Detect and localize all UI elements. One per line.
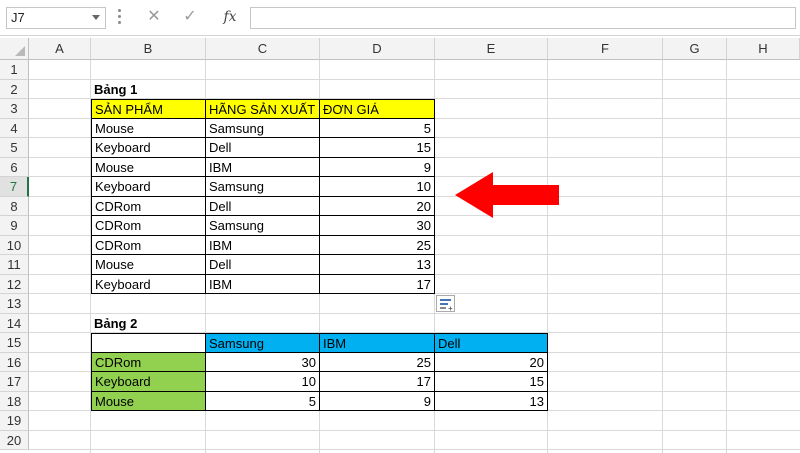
row-header-3[interactable]: 3 bbox=[0, 99, 29, 119]
row-header-20[interactable]: 20 bbox=[0, 430, 29, 450]
column-header-d[interactable]: D bbox=[320, 38, 435, 60]
row-header-5[interactable]: 5 bbox=[0, 138, 29, 158]
column-header-f[interactable]: F bbox=[548, 38, 663, 60]
table2-header-cell[interactable]: Samsung bbox=[206, 333, 320, 353]
left-arrow-icon bbox=[455, 172, 559, 218]
paste-options-icon[interactable]: + bbox=[436, 295, 455, 313]
table2-header-cell[interactable]: IBM bbox=[320, 333, 435, 353]
table1-cell[interactable]: Keyboard bbox=[91, 138, 206, 158]
table1-cell[interactable]: 25 bbox=[320, 235, 435, 255]
cancel-icon[interactable]: ✕ bbox=[142, 6, 166, 28]
table1-cell[interactable]: CDRom bbox=[91, 196, 206, 216]
column-header-a[interactable]: A bbox=[29, 38, 91, 60]
table1-cell[interactable]: IBM bbox=[206, 274, 320, 294]
table1-cell[interactable]: CDRom bbox=[91, 216, 206, 236]
table1-title[interactable]: Bảng 1 bbox=[91, 80, 206, 100]
formula-bar: J7 ✕ ✓ fx bbox=[0, 0, 800, 36]
table2-cell[interactable]: 15 bbox=[435, 372, 548, 392]
column-header-e[interactable]: E bbox=[435, 38, 548, 60]
row-header-18[interactable]: 18 bbox=[0, 391, 29, 411]
drag-handle-icon[interactable] bbox=[118, 8, 122, 26]
table2-row-label[interactable]: Mouse bbox=[91, 391, 206, 411]
row-header-1[interactable]: 1 bbox=[0, 60, 29, 80]
row-header-9[interactable]: 9 bbox=[0, 216, 29, 236]
formula-input[interactable] bbox=[250, 7, 796, 29]
table1-cell[interactable]: 9 bbox=[320, 157, 435, 177]
table2-corner-cell[interactable] bbox=[91, 333, 206, 353]
enter-icon[interactable]: ✓ bbox=[178, 6, 202, 28]
table1-cell[interactable]: 15 bbox=[320, 138, 435, 158]
row-header-19[interactable]: 19 bbox=[0, 411, 29, 431]
table2-header-cell[interactable]: Dell bbox=[435, 333, 548, 353]
table1-cell[interactable]: Keyboard bbox=[91, 274, 206, 294]
gridline bbox=[29, 429, 800, 431]
table1-cell[interactable]: 5 bbox=[320, 118, 435, 138]
gridline bbox=[726, 60, 727, 453]
name-box-value: J7 bbox=[11, 10, 25, 25]
table1-header-cell[interactable]: ĐƠN GIÁ bbox=[320, 99, 435, 119]
row-header-12[interactable]: 12 bbox=[0, 274, 29, 294]
table1-cell[interactable]: Keyboard bbox=[91, 177, 206, 197]
table2-row-label[interactable]: Keyboard bbox=[91, 372, 206, 392]
name-box[interactable]: J7 bbox=[6, 7, 106, 29]
row-header-11[interactable]: 11 bbox=[0, 255, 29, 275]
table1-cell[interactable]: CDRom bbox=[91, 235, 206, 255]
column-header-g[interactable]: G bbox=[663, 38, 727, 60]
row-header-16[interactable]: 16 bbox=[0, 352, 29, 372]
table2-cell[interactable]: 9 bbox=[320, 391, 435, 411]
row-header-17[interactable]: 17 bbox=[0, 372, 29, 392]
table1-cell[interactable]: 10 bbox=[320, 177, 435, 197]
table1-cell[interactable]: Samsung bbox=[206, 216, 320, 236]
insert-function-icon[interactable]: fx bbox=[220, 6, 240, 28]
row-header-2[interactable]: 2 bbox=[0, 79, 29, 99]
table1-cell[interactable]: 30 bbox=[320, 216, 435, 236]
column-header-b[interactable]: B bbox=[91, 38, 206, 60]
row-header-10[interactable]: 10 bbox=[0, 235, 29, 255]
row-header-13[interactable]: 13 bbox=[0, 294, 29, 314]
table2-cell[interactable]: 30 bbox=[206, 352, 320, 372]
table1-cell[interactable]: IBM bbox=[206, 157, 320, 177]
chevron-down-icon[interactable] bbox=[92, 15, 100, 20]
column-header-h[interactable]: H bbox=[727, 38, 800, 60]
table1-cell[interactable]: Samsung bbox=[206, 177, 320, 197]
table1-cell[interactable]: Dell bbox=[206, 196, 320, 216]
row-header-4[interactable]: 4 bbox=[0, 118, 29, 138]
row-header-7[interactable]: 7 bbox=[0, 177, 29, 197]
table2-cell[interactable]: 13 bbox=[435, 391, 548, 411]
table1-cell[interactable]: IBM bbox=[206, 235, 320, 255]
table2-cell[interactable]: 5 bbox=[206, 391, 320, 411]
select-all-button[interactable] bbox=[0, 38, 29, 60]
table1-header-cell[interactable]: SẢN PHẨM bbox=[91, 99, 206, 119]
column-header-c[interactable]: C bbox=[206, 38, 320, 60]
table1-cell[interactable]: Mouse bbox=[91, 255, 206, 275]
table2-cell[interactable]: 10 bbox=[206, 372, 320, 392]
table2-row-label[interactable]: CDRom bbox=[91, 352, 206, 372]
row-header-14[interactable]: 14 bbox=[0, 313, 29, 333]
row-header-8[interactable]: 8 bbox=[0, 196, 29, 216]
table1-cell[interactable]: Dell bbox=[206, 255, 320, 275]
gridline bbox=[662, 60, 663, 453]
table1-cell[interactable]: 13 bbox=[320, 255, 435, 275]
row-header-6[interactable]: 6 bbox=[0, 157, 29, 177]
table2-title[interactable]: Bảng 2 bbox=[91, 314, 206, 334]
table1-header-cell[interactable]: HÃNG SẢN XUẤT bbox=[206, 99, 320, 119]
table2-cell[interactable]: 25 bbox=[320, 352, 435, 372]
table1-cell[interactable]: Mouse bbox=[91, 118, 206, 138]
gridline bbox=[29, 449, 800, 450]
table1-cell[interactable]: 20 bbox=[320, 196, 435, 216]
table1-cell[interactable]: 17 bbox=[320, 274, 435, 294]
table2-cell[interactable]: 20 bbox=[435, 352, 548, 372]
table1-cell[interactable]: Samsung bbox=[206, 118, 320, 138]
table1-cell[interactable]: Mouse bbox=[91, 157, 206, 177]
row-header-15[interactable]: 15 bbox=[0, 333, 29, 353]
table2-cell[interactable]: 17 bbox=[320, 372, 435, 392]
table1-cell[interactable]: Dell bbox=[206, 138, 320, 158]
